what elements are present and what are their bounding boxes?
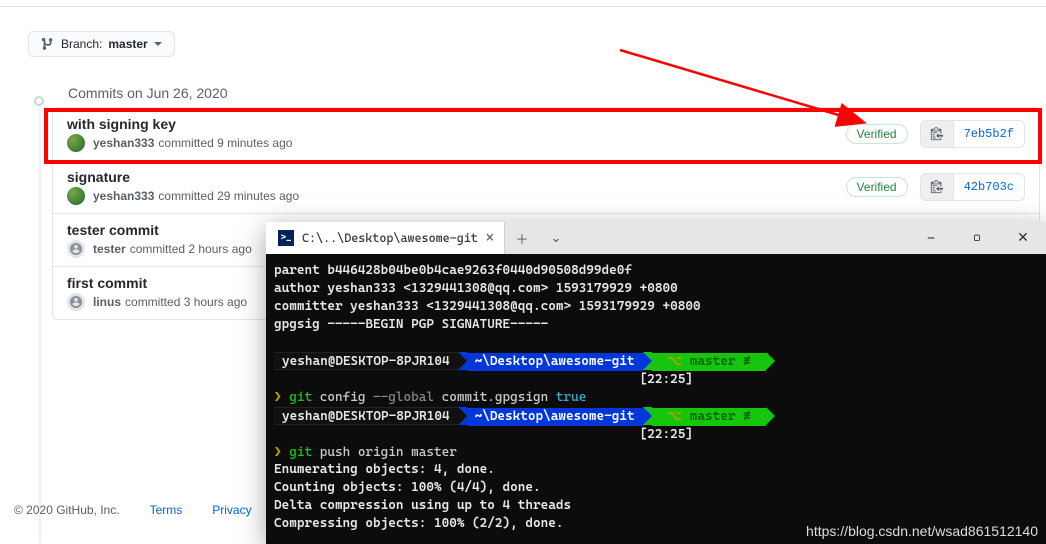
commit-row[interactable]: with signing key yeshan333 committed 9 m… bbox=[53, 108, 1039, 160]
terminal-titlebar[interactable]: >_ C:\..\Desktop\awesome-git × ＋ ⌄ — ▢ ✕ bbox=[266, 222, 1046, 254]
page-footer: © 2020 GitHub, Inc. Terms Privacy bbox=[0, 503, 260, 517]
tab-menu-chevron-icon[interactable]: ⌄ bbox=[539, 222, 573, 254]
caret-down-icon bbox=[154, 40, 162, 48]
copy-hash-button[interactable] bbox=[920, 120, 954, 148]
terminal-tab-title: C:\..\Desktop\awesome-git bbox=[302, 231, 478, 245]
footer-terms-link[interactable]: Terms bbox=[150, 503, 183, 517]
minimize-button[interactable]: — bbox=[908, 222, 954, 254]
new-tab-button[interactable]: ＋ bbox=[505, 222, 539, 254]
commit-group-title: Commits on Jun 26, 2020 bbox=[68, 85, 1046, 101]
clipboard-icon bbox=[930, 180, 944, 194]
commit-row[interactable]: signature yeshan333 committed 29 minutes… bbox=[53, 160, 1039, 213]
branch-label: Branch: bbox=[61, 37, 102, 51]
avatar[interactable] bbox=[67, 293, 85, 311]
clipboard-icon bbox=[930, 127, 944, 141]
commit-title[interactable]: signature bbox=[67, 169, 846, 185]
verified-badge[interactable]: Verified bbox=[846, 177, 908, 197]
avatar[interactable] bbox=[67, 240, 85, 258]
terminal-window: >_ C:\..\Desktop\awesome-git × ＋ ⌄ — ▢ ✕… bbox=[266, 222, 1046, 544]
commit-author[interactable]: linus bbox=[93, 295, 121, 309]
prompt-user: yeshan@DESKTOP-8PJR104 bbox=[274, 352, 458, 370]
terminal-tab[interactable]: >_ C:\..\Desktop\awesome-git × bbox=[266, 222, 505, 254]
commit-time: committed 3 hours ago bbox=[125, 295, 247, 309]
commit-hash-link[interactable]: 7eb5b2f bbox=[954, 120, 1025, 148]
footer-copyright: © 2020 GitHub, Inc. bbox=[14, 503, 120, 517]
footer-privacy-link[interactable]: Privacy bbox=[212, 503, 251, 517]
commit-time: committed 29 minutes ago bbox=[158, 189, 299, 203]
avatar[interactable] bbox=[67, 134, 85, 152]
prompt-branch: ⌥ master ≢ bbox=[652, 353, 767, 371]
commit-author[interactable]: yeshan333 bbox=[93, 189, 154, 203]
powershell-icon: >_ bbox=[278, 230, 294, 246]
copy-hash-button[interactable] bbox=[920, 173, 954, 201]
branch-name: master bbox=[108, 37, 147, 51]
prompt-path: ~\Desktop\awesome-git bbox=[467, 353, 643, 371]
commit-author[interactable]: yeshan333 bbox=[93, 136, 154, 150]
commit-author[interactable]: tester bbox=[93, 242, 126, 256]
avatar[interactable] bbox=[67, 187, 85, 205]
close-button[interactable]: ✕ bbox=[1000, 222, 1046, 254]
commit-hash-link[interactable]: 42b703c bbox=[954, 173, 1025, 201]
git-branch-icon bbox=[41, 37, 55, 51]
commit-title[interactable]: with signing key bbox=[67, 116, 846, 132]
tab-close-icon[interactable]: × bbox=[486, 230, 494, 246]
timeline-dot bbox=[34, 96, 44, 106]
terminal-body[interactable]: parent b446428b04be0b4cae9263f0440d90508… bbox=[266, 254, 1046, 544]
commit-time: committed 9 minutes ago bbox=[158, 136, 292, 150]
verified-badge[interactable]: Verified bbox=[846, 124, 908, 144]
commit-time: committed 2 hours ago bbox=[130, 242, 252, 256]
branch-selector[interactable]: Branch: master bbox=[28, 31, 175, 57]
maximize-button[interactable]: ▢ bbox=[954, 222, 1000, 254]
